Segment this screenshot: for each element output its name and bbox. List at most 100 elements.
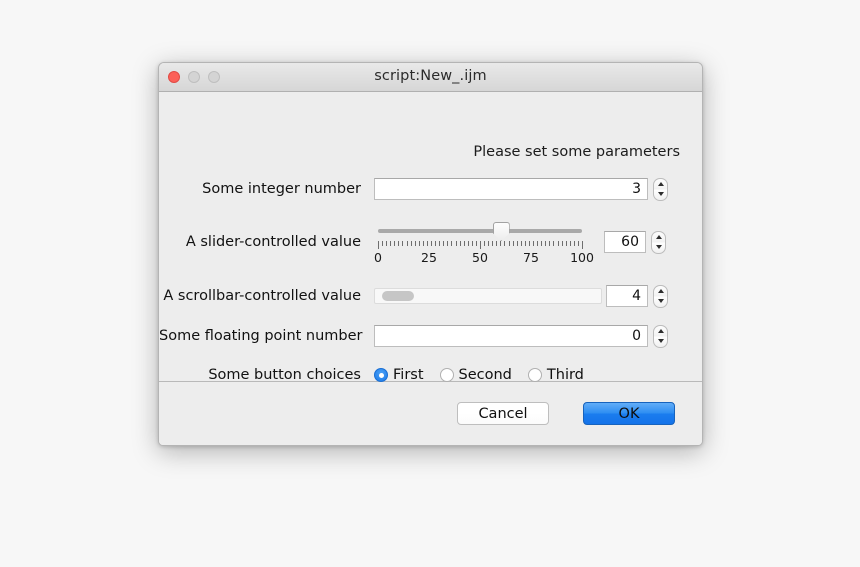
slider-tick <box>553 241 555 246</box>
slider-tick <box>488 241 490 246</box>
slider-tick <box>565 241 567 246</box>
chevron-up-icon[interactable] <box>657 181 664 186</box>
slider-tick-label: 50 <box>472 250 488 265</box>
slider-tick <box>378 241 379 249</box>
chevron-down-icon[interactable] <box>657 299 664 304</box>
slider-tick <box>422 241 424 246</box>
slider-tick <box>557 241 559 246</box>
slider-tick <box>402 241 404 246</box>
slider-tick <box>573 241 575 246</box>
slider-controlled-value[interactable]: 0 25 50 75 100 <box>374 220 594 265</box>
slider-tick <box>520 241 522 246</box>
stepper-scrollbar-controlled-value[interactable] <box>653 284 668 308</box>
row-some-integer-number: Some integer number 3 <box>159 176 702 202</box>
radio-option-second[interactable]: Second <box>439 367 512 383</box>
slider-tick <box>439 241 441 246</box>
dialog-window: script:New_.ijm Please set some paramete… <box>158 62 703 446</box>
chevron-down-icon[interactable] <box>657 339 664 344</box>
slider-tick <box>471 241 473 246</box>
chevron-down-icon[interactable] <box>657 192 664 197</box>
label-some-integer-number: Some integer number <box>202 181 361 197</box>
chevron-up-icon[interactable] <box>657 328 664 333</box>
slider-tick <box>426 241 428 246</box>
radio-option-label: First <box>393 367 424 383</box>
slider-tick <box>431 241 433 246</box>
slider-tick <box>533 241 535 246</box>
slider-tick <box>524 241 526 246</box>
slider-tick-label: 100 <box>570 250 594 265</box>
slider-tick <box>516 241 518 246</box>
radio-option-label: Second <box>458 367 512 383</box>
slider-tick <box>512 241 514 246</box>
slider-tick-label: 0 <box>374 250 382 265</box>
input-slider-controlled-value[interactable]: 60 <box>604 231 646 253</box>
input-scrollbar-controlled-value[interactable]: 4 <box>606 285 648 307</box>
label-slider-controlled-value: A slider-controlled value <box>185 234 361 250</box>
slider-tick <box>414 241 416 246</box>
slider-tick <box>463 241 465 246</box>
slider-tick <box>390 241 392 246</box>
stepper-slider-controlled-value[interactable] <box>651 230 666 254</box>
ok-button[interactable]: OK <box>583 402 675 425</box>
label-floating-point-number: Some floating point number <box>159 328 363 344</box>
slider-tick <box>537 241 539 246</box>
input-some-integer-number[interactable]: 3 <box>374 178 648 200</box>
scrollbar-controlled-value[interactable] <box>374 288 602 304</box>
slider-tick <box>382 241 384 246</box>
window-title: script:New_.ijm <box>374 68 487 84</box>
stepper-some-integer-number[interactable] <box>653 177 668 201</box>
slider-tick <box>410 241 412 246</box>
slider-tick <box>569 241 571 246</box>
scrollbar-thumb[interactable] <box>381 291 414 301</box>
slider-tick <box>475 241 477 246</box>
row-slider-controlled-value: A slider-controlled value 0 25 50 75 100 60 <box>159 220 702 265</box>
slider-tick <box>480 241 481 249</box>
stepper-floating-point-number[interactable] <box>653 324 668 348</box>
slider-tick <box>398 241 400 246</box>
slider-ticks <box>378 241 583 249</box>
radio-unchecked-icon[interactable] <box>527 368 542 382</box>
label-scrollbar-controlled-value: A scrollbar-controlled value <box>163 288 361 304</box>
radio-option-first[interactable]: First <box>374 367 424 383</box>
dialog-footer: Cancel OK <box>159 382 702 445</box>
label-button-choices: Some button choices <box>208 367 361 383</box>
radio-checked-icon[interactable] <box>374 368 388 382</box>
slider-tick <box>492 241 494 246</box>
slider-tick <box>500 241 502 246</box>
chevron-up-icon[interactable] <box>657 288 664 293</box>
slider-tick <box>484 241 486 246</box>
slider-tick <box>455 241 457 246</box>
slider-tick <box>504 241 506 246</box>
slider-tick <box>459 241 461 246</box>
slider-tick <box>447 241 449 246</box>
slider-tick <box>386 241 388 246</box>
slider-tick <box>582 241 583 249</box>
slider-tick <box>508 241 510 246</box>
slider-tick <box>394 241 396 246</box>
slider-tick <box>406 241 408 246</box>
chevron-up-icon[interactable] <box>655 234 662 239</box>
radio-option-third[interactable]: Third <box>527 367 584 383</box>
slider-tick <box>561 241 563 246</box>
slider-tick <box>451 241 453 246</box>
input-floating-point-number[interactable]: 0 <box>374 325 648 347</box>
slider-tick-label: 75 <box>523 250 539 265</box>
slider-tick <box>435 241 437 246</box>
slider-tick <box>418 241 420 246</box>
slider-tick <box>541 241 543 246</box>
slider-tick <box>443 241 445 246</box>
chevron-down-icon[interactable] <box>655 245 662 250</box>
slider-track[interactable] <box>378 229 582 233</box>
slider-tick <box>577 241 579 246</box>
panel-header-text: Please set some parameters <box>473 144 680 160</box>
radio-unchecked-icon[interactable] <box>439 368 454 382</box>
slider-tick <box>467 241 469 246</box>
radio-option-label: Third <box>546 367 584 383</box>
slider-thumb[interactable] <box>492 222 510 241</box>
row-floating-point-number: Some floating point number 0 <box>159 323 702 349</box>
slider-tick-labels: 0 25 50 75 100 <box>374 250 594 265</box>
row-scrollbar-controlled-value: A scrollbar-controlled value 4 <box>159 283 702 309</box>
cancel-button[interactable]: Cancel <box>457 402 549 425</box>
slider-tick <box>549 241 551 246</box>
slider-tick-label: 25 <box>421 250 437 265</box>
